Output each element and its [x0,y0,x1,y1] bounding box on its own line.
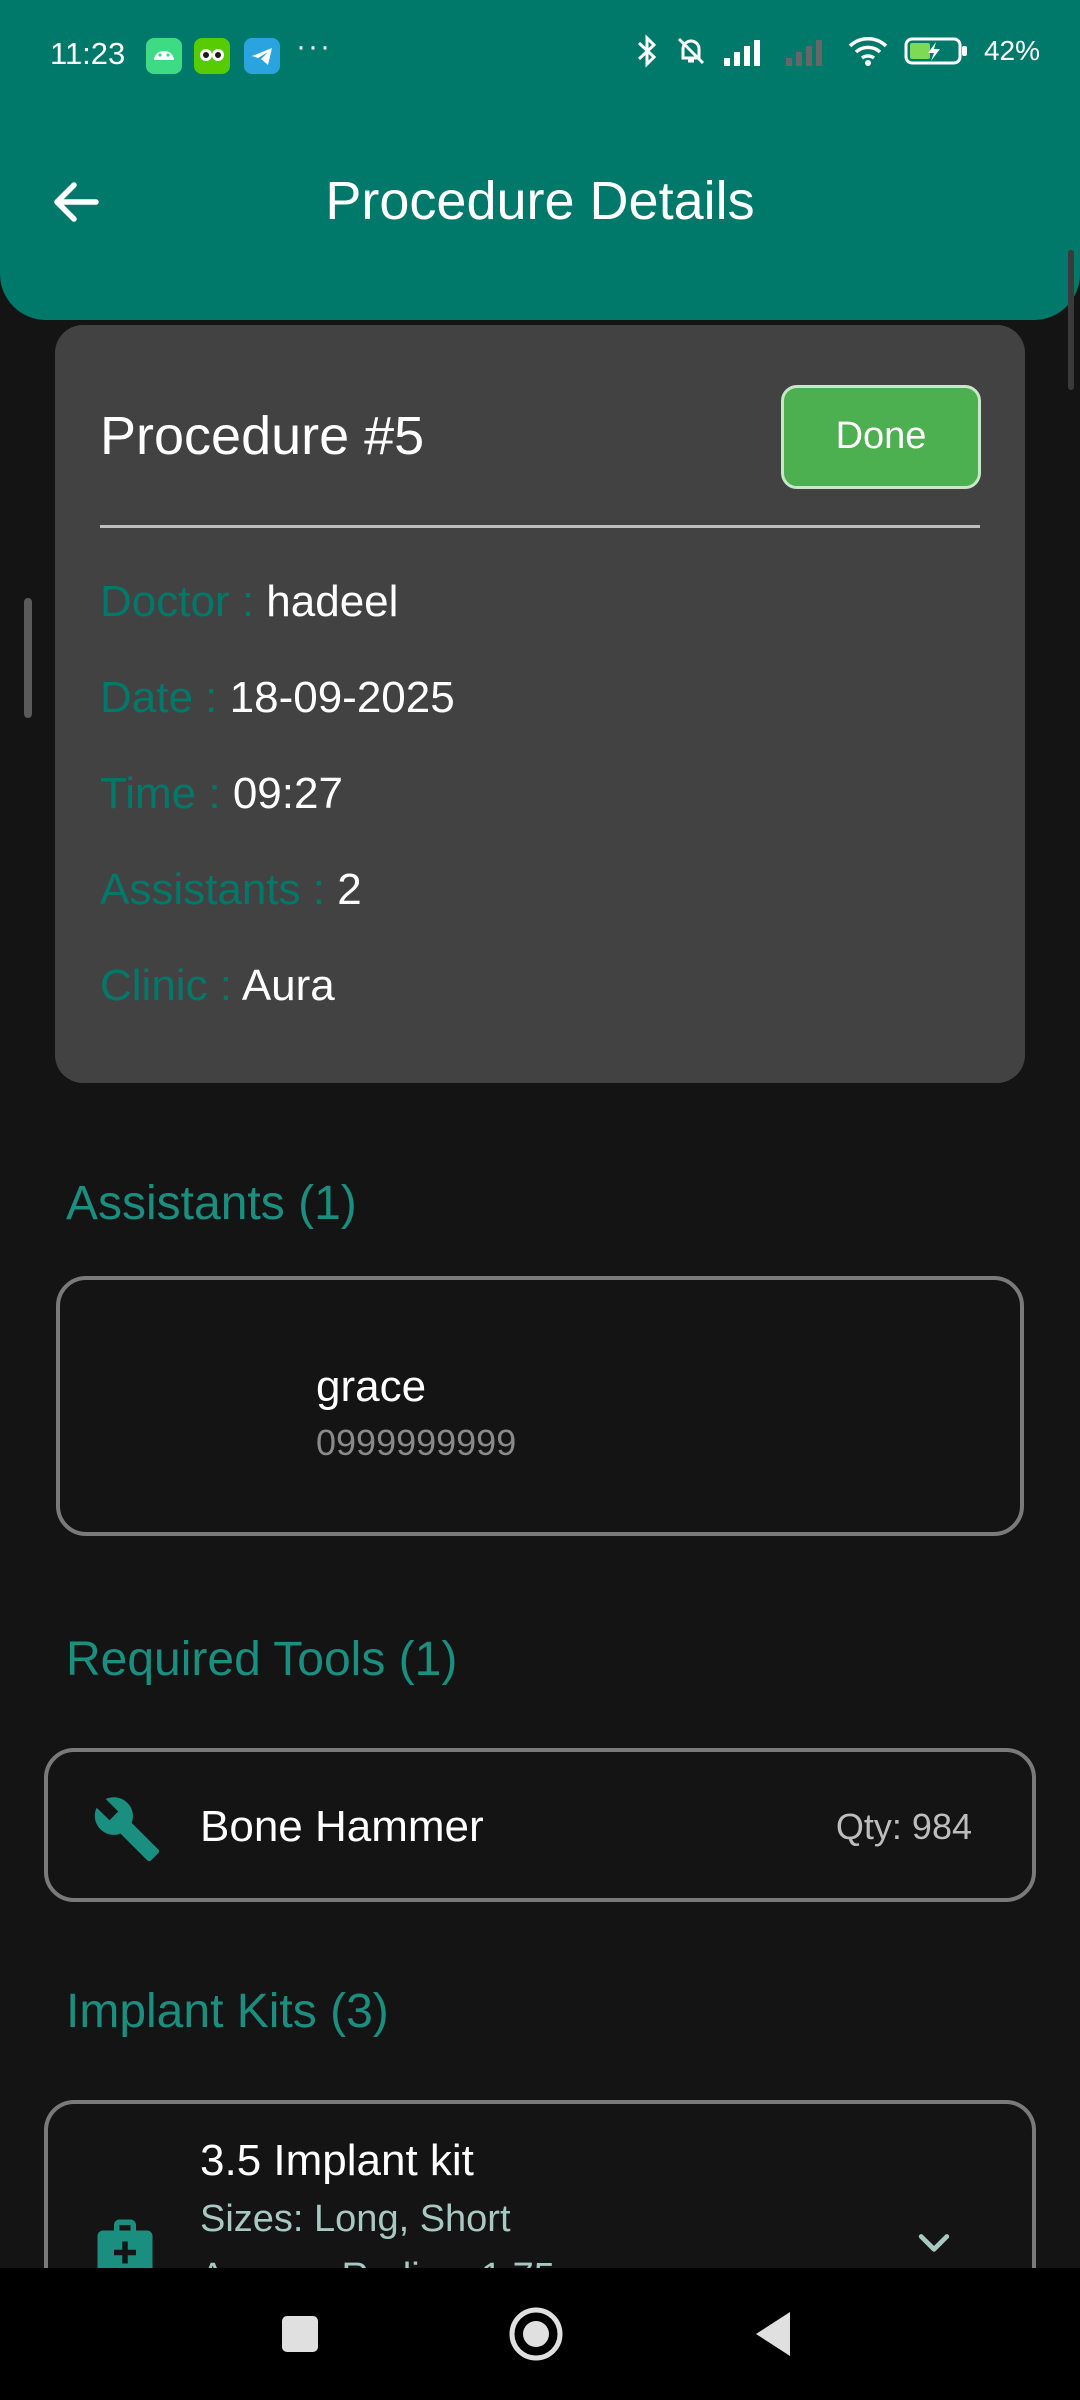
assistants-count-value: 2 [337,865,362,914]
tools-section-title: Required Tools (1) [66,1633,458,1686]
telegram-icon [244,38,280,74]
kit-name: 3.5 Implant kit [200,2136,474,2185]
home-button[interactable] [506,2304,566,2364]
tool-name: Bone Hammer [200,1802,484,1851]
assistant-card[interactable]: grace 0999999999 [56,1276,1024,1536]
date-value: 18-09-2025 [229,673,455,722]
date-label: Date : [100,673,230,722]
clinic-row: Clinic : Aura [100,961,335,1011]
assistant-phone: 0999999999 [316,1422,517,1463]
clinic-value: Aura [241,961,335,1010]
assistants-section-title: Assistants (1) [66,1177,357,1230]
signal-none-icon [785,40,822,66]
bell-off-icon [677,37,705,65]
wrench-icon [94,1797,160,1862]
more-notifications-icon: ··· [296,30,332,63]
recent-apps-button[interactable] [270,2304,330,2364]
assistants-count-row: Assistants : 2 [100,865,362,915]
battery-charging-icon [904,37,967,65]
status-time: 11:23 [50,36,126,71]
time-row: Time : 09:27 [100,769,343,819]
divider [100,525,980,528]
battery-percent: 42% [983,35,1040,66]
assistant-name: grace [316,1362,427,1411]
procedure-title: Procedure #5 [100,406,425,466]
back-nav-button[interactable] [744,2304,804,2364]
kit-sizes: Sizes: Long, Short [200,2198,511,2240]
bluetooth-icon [637,34,657,68]
system-nav-bar [0,2268,1080,2400]
doctor-row: Doctor : hadeel [100,577,398,627]
assistants-count-label: Assistants : [100,865,338,914]
clinic-label: Clinic : [100,961,242,1010]
tool-card[interactable]: Bone Hammer Qty: 984 [44,1748,1036,1902]
wifi-icon [848,37,888,66]
status-bar: 11:23 ··· 42% [0,0,1080,110]
time-label: Time : [100,769,233,818]
android-icon [146,38,182,74]
chevron-down-icon[interactable] [912,2220,956,2264]
time-value: 09:27 [232,769,343,818]
procedure-card: Procedure #5 Done Doctor : hadeel Date :… [55,325,1025,1083]
page-title: Procedure Details [325,171,755,231]
owl-app-icon [194,38,230,74]
done-button[interactable]: Done [781,385,981,489]
kits-section-title: Implant Kits (3) [66,1985,389,2038]
edge-handle [24,598,32,718]
doctor-label: Doctor : [100,577,267,626]
scrollbar[interactable] [1068,250,1074,390]
tool-quantity: Qty: 984 [835,1806,972,1847]
doctor-value: hadeel [266,577,399,626]
date-row: Date : 18-09-2025 [100,673,455,723]
signal-icon [723,40,760,66]
